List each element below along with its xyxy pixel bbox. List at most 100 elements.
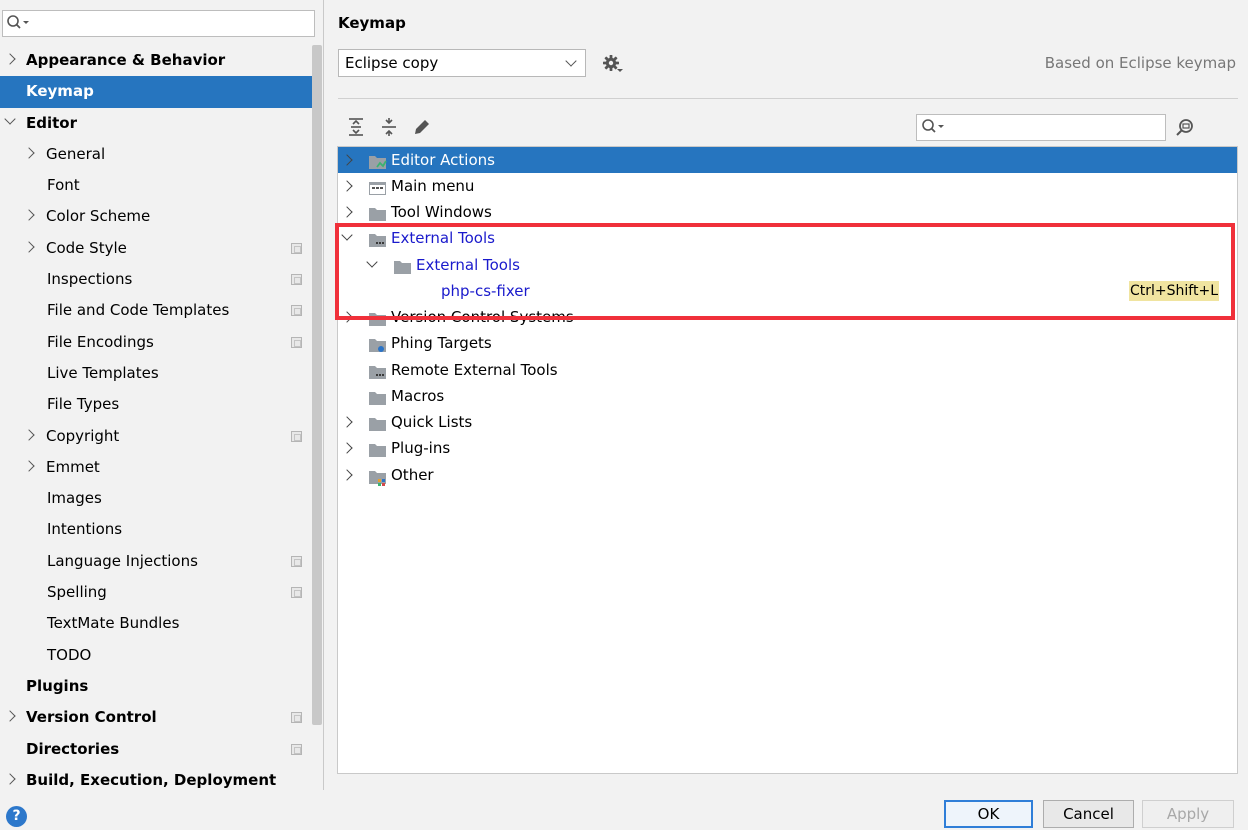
project-scope-icon	[291, 743, 302, 755]
collapse-all-icon[interactable]	[379, 117, 399, 137]
apply-button[interactable]: Apply	[1142, 800, 1234, 828]
sidebar-item-plugins[interactable]: Plugins	[0, 671, 322, 702]
project-scope-icon	[291, 712, 302, 724]
sidebar-item-label: Inspections	[47, 270, 133, 289]
sidebar-item-general[interactable]: General	[0, 139, 322, 170]
folder-icon	[369, 444, 386, 457]
chevron-right-icon[interactable]	[341, 442, 353, 454]
sidebar-item-keymap[interactable]: Keymap	[0, 76, 322, 108]
tree-row[interactable]: Tool Windows	[338, 199, 1237, 225]
ok-button[interactable]: OK	[944, 800, 1033, 828]
sidebar-item-file-encodings[interactable]: File Encodings	[0, 327, 322, 358]
cancel-button[interactable]: Cancel	[1043, 800, 1134, 828]
tree-row[interactable]: php-cs-fixer Ctrl+Shift+L	[338, 278, 1237, 304]
sidebar-item-textmate-bundles[interactable]: TextMate Bundles	[0, 608, 322, 639]
chevron-down-icon[interactable]	[4, 112, 16, 125]
folder-actions-icon	[369, 156, 387, 169]
keymap-tree: Editor Actions Main menu Tool Windows Exter…	[337, 146, 1238, 774]
tree-row[interactable]: Main menu	[338, 173, 1237, 199]
sidebar-item-label: Images	[47, 489, 102, 508]
sidebar-item-todo[interactable]: TODO	[0, 640, 322, 671]
keymap-select-value: Eclipse copy	[345, 54, 439, 72]
sidebar-item-emmet[interactable]: Emmet	[0, 452, 322, 483]
sidebar-item-label: File Types	[47, 395, 120, 414]
tree-row[interactable]: Plug-ins	[338, 435, 1237, 461]
sidebar-item-label: Directories	[26, 739, 120, 758]
keymap-search-input[interactable]	[916, 114, 1166, 141]
sidebar-item-font[interactable]: Font	[0, 170, 322, 201]
gear-icon[interactable]	[601, 53, 625, 75]
chevron-down-icon[interactable]	[341, 229, 353, 241]
sidebar-item-live-templates[interactable]: Live Templates	[0, 358, 322, 389]
tree-row[interactable]: Editor Actions	[338, 147, 1237, 173]
sidebar-item-language-injections[interactable]: Language Injections	[0, 546, 322, 577]
shortcut-badge: Ctrl+Shift+L	[1129, 281, 1219, 301]
menu-icon	[369, 182, 386, 195]
sidebar-item-file-and-code-templates[interactable]: File and Code Templates	[0, 295, 322, 326]
chevron-right-icon[interactable]	[341, 154, 353, 166]
sidebar-item-label: File and Code Templates	[47, 301, 230, 320]
sidebar-item-label: File Encodings	[47, 332, 154, 351]
sidebar-item-appearance-behavior[interactable]: Appearance & Behavior	[0, 45, 322, 76]
chevron-right-icon[interactable]	[4, 773, 16, 785]
chevron-right-icon[interactable]	[23, 241, 35, 253]
tree-row-label: Version Control Systems	[391, 308, 574, 326]
tree-row-label: Remote External Tools	[391, 361, 558, 379]
sidebar-item-version-control[interactable]: Version Control	[0, 702, 322, 733]
tree-row[interactable]: Macros	[338, 383, 1237, 409]
settings-search-input[interactable]	[2, 10, 315, 37]
folder-icon	[369, 392, 386, 405]
sidebar-item-directories[interactable]: Directories	[0, 734, 322, 765]
tree-row[interactable]: Other	[338, 462, 1237, 488]
sidebar-item-intentions[interactable]: Intentions	[0, 514, 322, 545]
chevron-down-icon[interactable]	[366, 256, 378, 268]
chevron-right-icon[interactable]	[341, 416, 353, 428]
settings-sidebar: Appearance & Behavior Keymap Editor General…	[0, 0, 324, 790]
sidebar-item-spelling[interactable]: Spelling	[0, 577, 322, 608]
chevron-right-icon[interactable]	[341, 469, 353, 481]
sidebar-item-label: Editor	[26, 113, 77, 132]
sidebar-item-copyright[interactable]: Copyright	[0, 421, 322, 452]
sidebar-item-label: General	[46, 144, 106, 163]
chevron-right-icon[interactable]	[23, 147, 35, 159]
tree-row[interactable]: Remote External Tools	[338, 357, 1237, 383]
sidebar-item-color-scheme[interactable]: Color Scheme	[0, 201, 322, 232]
tree-row[interactable]: Quick Lists	[338, 409, 1237, 435]
sidebar-item-editor[interactable]: Editor	[0, 108, 322, 139]
sidebar-item-file-types[interactable]: File Types	[0, 389, 322, 420]
chevron-right-icon[interactable]	[4, 710, 16, 722]
chevron-right-icon[interactable]	[341, 180, 353, 192]
keymap-select[interactable]: Eclipse copy	[338, 49, 586, 77]
chevron-right-icon[interactable]	[341, 206, 353, 218]
chevron-right-icon[interactable]	[23, 209, 35, 222]
sidebar-scrollbar[interactable]	[312, 45, 322, 725]
expand-all-icon[interactable]	[346, 117, 366, 137]
sidebar-item-images[interactable]: Images	[0, 483, 322, 514]
edit-pencil-icon[interactable]	[412, 117, 432, 137]
tree-row-label: Editor Actions	[391, 151, 495, 169]
tree-row[interactable]: External Tools	[338, 252, 1237, 278]
sidebar-item-code-style[interactable]: Code Style	[0, 233, 322, 264]
tree-row-label: Tool Windows	[391, 203, 492, 221]
tree-row-label: Other	[391, 466, 434, 484]
sidebar-item-inspections[interactable]: Inspections	[0, 264, 322, 295]
sidebar-item-label: Language Injections	[47, 551, 198, 570]
tree-row-label: External Tools	[416, 256, 520, 274]
chevron-right-icon[interactable]	[23, 460, 35, 472]
sidebar-item-label: Copyright	[46, 426, 120, 445]
tree-row[interactable]: External Tools	[338, 225, 1237, 251]
tree-row[interactable]: Version Control Systems	[338, 304, 1237, 330]
sidebar-item-label: Build, Execution, Deployment	[26, 770, 277, 789]
chevron-right-icon[interactable]	[341, 311, 353, 323]
tree-row-label: Main menu	[391, 177, 475, 195]
help-icon[interactable]: ?	[6, 806, 27, 827]
search-icon	[922, 119, 944, 133]
chevron-down-icon	[565, 55, 577, 67]
chevron-right-icon[interactable]	[4, 53, 16, 65]
find-by-shortcut-icon[interactable]	[1174, 117, 1196, 139]
based-on-label: Based on Eclipse keymap	[1044, 54, 1236, 72]
sidebar-item-build-execution-deployment[interactable]: Build, Execution, Deployment	[0, 765, 322, 790]
chevron-right-icon[interactable]	[23, 428, 35, 441]
folder-tools-icon	[369, 366, 386, 379]
tree-row[interactable]: Phing Targets	[338, 330, 1237, 356]
